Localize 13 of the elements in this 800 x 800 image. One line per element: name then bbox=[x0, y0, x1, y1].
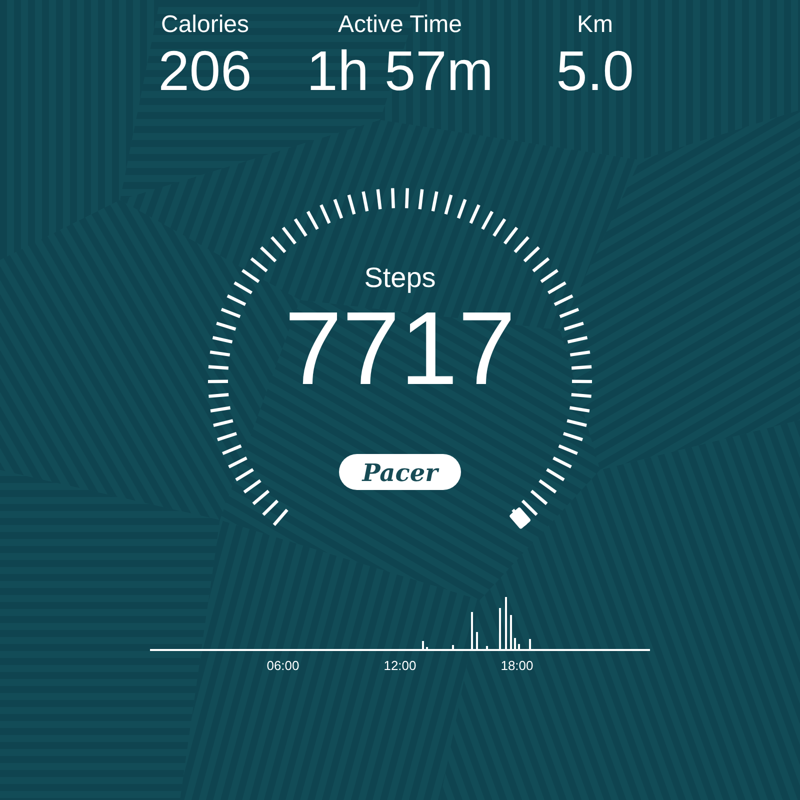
axis-label: 18:00 bbox=[500, 658, 534, 673]
steps-label: Steps bbox=[364, 262, 436, 294]
stat-value: 206 bbox=[158, 40, 252, 102]
axis-label: 12:00 bbox=[382, 658, 418, 673]
logo-badge: Pacer bbox=[339, 454, 461, 490]
stat-label: Active Time bbox=[338, 10, 462, 40]
stat-label: Calories bbox=[160, 10, 250, 40]
steps-count: 7717 bbox=[284, 294, 516, 404]
stat-value: 1h 57m bbox=[306, 40, 494, 102]
progress-marker-icon bbox=[508, 506, 532, 530]
stat-label: Km bbox=[577, 10, 613, 40]
stat-value: 5.0 bbox=[556, 40, 634, 102]
axis-label: 06:00 bbox=[266, 658, 300, 673]
